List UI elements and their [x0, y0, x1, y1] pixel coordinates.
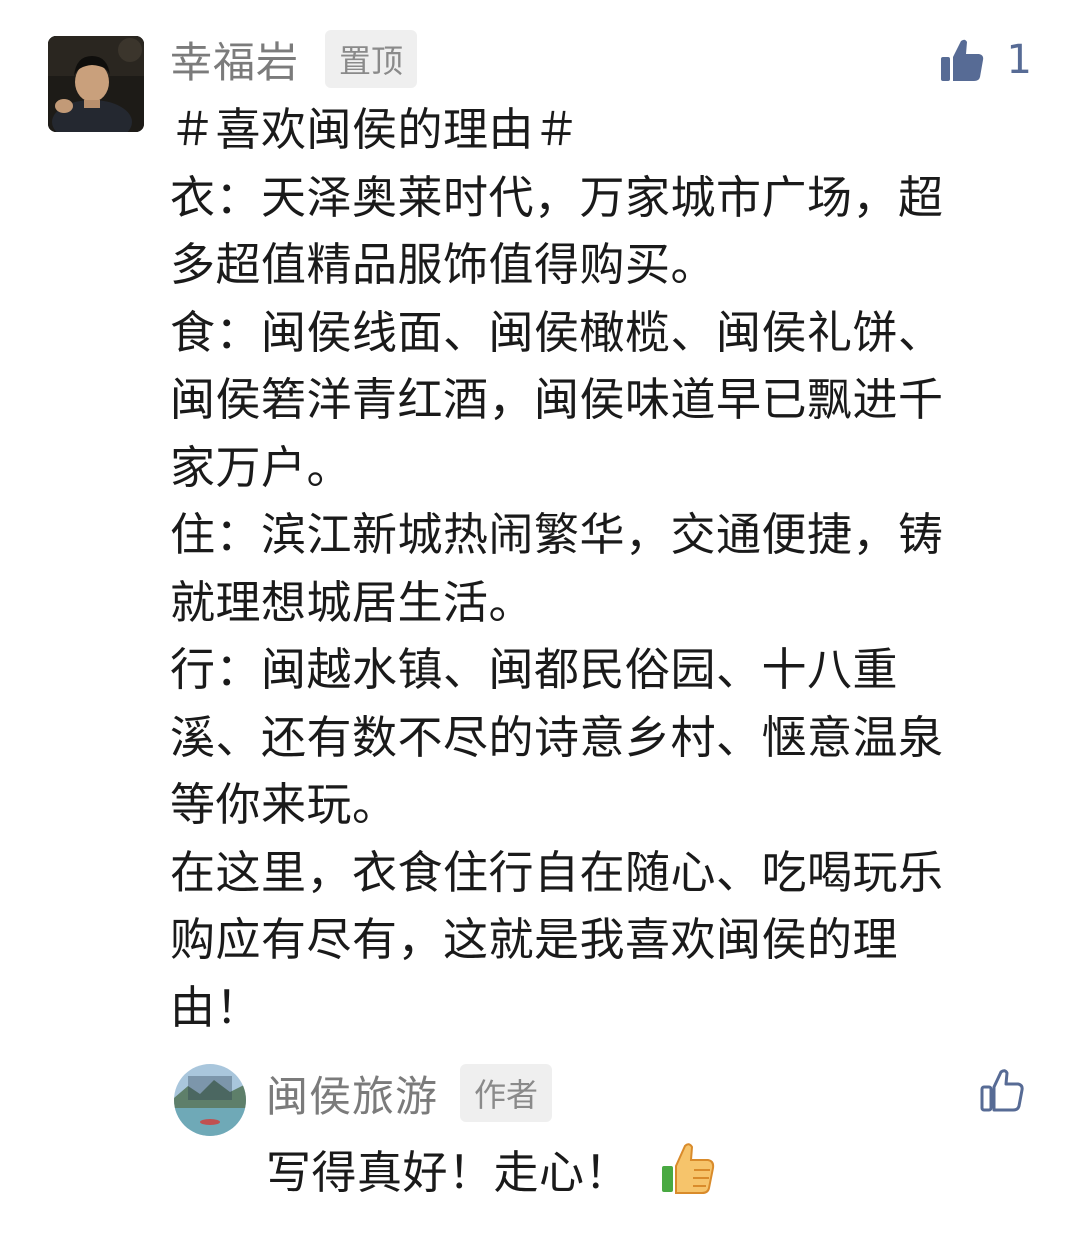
pinned-badge: 置顶 — [325, 30, 418, 88]
author-badge: 作者 — [460, 1064, 553, 1122]
thumbs-up-emoji — [658, 1138, 718, 1198]
thumbs-up-filled-icon — [940, 39, 983, 81]
comment-line: 衣：天泽奥莱时代，万家城市广场，超 — [170, 170, 944, 224]
comment-line: 购应有尽有，这就是我喜欢闽侯的理 — [170, 913, 899, 966]
comment-line: 就理想城居生活。 — [170, 575, 535, 629]
comment-line: 在这里，衣食住行自在随心、吃喝玩乐 — [170, 845, 944, 899]
reply-body: 写得真好！走心！ — [266, 1132, 718, 1204]
reply-header: 闽侯旅游 作者 — [266, 1062, 553, 1124]
reply-author-name[interactable]: 闽侯旅游 — [266, 1063, 438, 1124]
comment-line: 住：滨江新城热闹繁华，交通便捷，铸 — [170, 508, 944, 561]
reply-avatar-image — [174, 1064, 246, 1136]
comment-line: 由！ — [170, 980, 262, 1034]
reply-text: 写得真好！走心！ — [266, 1145, 631, 1199]
comment-line: 闽侯箬洋青红酒，闽侯味道早已飘进千 — [170, 373, 944, 426]
commenter-avatar-image — [48, 36, 144, 132]
comment-line: 溪、还有数不尽的诗意乡村、惬意温泉 — [170, 710, 944, 764]
author-reply: 闽侯旅游 作者 写得真好！走心！ — [0, 1058, 1080, 1238]
reply-like-button[interactable] — [978, 1066, 1026, 1118]
comment-like-button[interactable]: 1 — [939, 30, 1032, 90]
comment-header: 幸福岩 置顶 — [170, 28, 418, 90]
comment-line: ＃喜欢闽侯的理由＃ — [170, 103, 580, 156]
comment-line: 行：闽越水镇、闽都民俗园、十八重 — [170, 643, 899, 696]
comment-like-count: 1 — [1006, 37, 1032, 83]
comment-line: 食：闽侯线面、闽侯橄榄、闽侯礼饼、 — [170, 305, 944, 359]
thumbs-up-outline-icon — [980, 1069, 1024, 1112]
comment-line: 多超值精品服饰值得购买。 — [170, 238, 717, 291]
comment-body: ＃喜欢闽侯的理由＃ 衣：天泽奥莱时代，万家城市广场，超 多超值精品服饰值得购买。… — [170, 96, 1020, 1041]
comment-line: 家万户。 — [170, 440, 353, 494]
commenter-name[interactable]: 幸福岩 — [170, 29, 299, 90]
commenter-avatar[interactable] — [48, 36, 144, 132]
comment-line: 等你来玩。 — [170, 778, 398, 831]
reply-avatar[interactable] — [174, 1064, 246, 1136]
